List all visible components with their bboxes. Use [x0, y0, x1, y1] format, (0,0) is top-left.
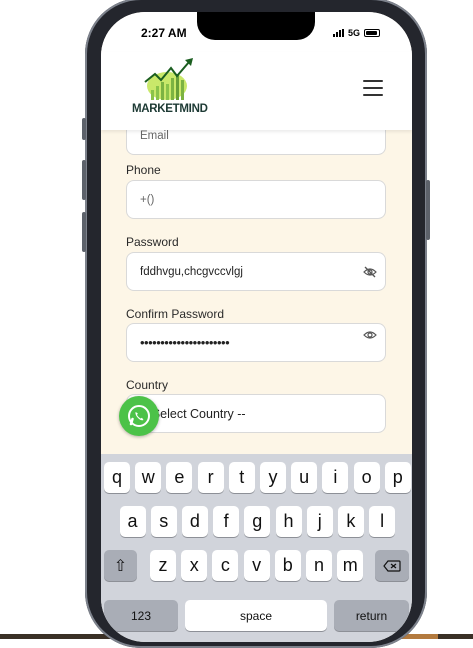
- eye-slash-icon[interactable]: [363, 266, 377, 278]
- whatsapp-button[interactable]: [119, 396, 159, 436]
- key-f[interactable]: f: [213, 506, 240, 537]
- phone-input[interactable]: +(): [126, 180, 386, 219]
- key-r[interactable]: r: [197, 462, 224, 493]
- key-l[interactable]: l: [369, 506, 396, 537]
- status-bar: 2:27 AM 5G: [101, 12, 412, 52]
- key-j[interactable]: j: [306, 506, 333, 537]
- country-label: Country: [126, 378, 169, 392]
- app-header: MARKETMIND: [101, 52, 412, 130]
- key-e[interactable]: e: [166, 462, 193, 493]
- phone-side-button: [426, 180, 430, 240]
- backspace-key[interactable]: [375, 550, 409, 581]
- status-icons: 5G: [333, 28, 381, 38]
- key-s[interactable]: s: [150, 506, 177, 537]
- key-z[interactable]: z: [150, 550, 176, 581]
- confirm-password-input[interactable]: ••••••••••••••••••••••: [126, 323, 386, 362]
- key-q[interactable]: q: [104, 462, 130, 493]
- on-screen-keyboard: qwertyuiop asdfghjkl zxcvbnm ⇧ 123 space…: [101, 454, 412, 642]
- key-m[interactable]: m: [337, 550, 364, 581]
- notch: [197, 12, 315, 40]
- hamburger-menu-icon[interactable]: [363, 80, 383, 96]
- key-w[interactable]: w: [135, 462, 162, 493]
- numbers-key[interactable]: 123: [104, 600, 178, 631]
- network-type: 5G: [348, 28, 361, 38]
- backspace-icon: [383, 559, 401, 572]
- password-value: fddhvgu,chcgvccvlgj: [140, 265, 243, 278]
- shift-key[interactable]: ⇧: [104, 550, 137, 581]
- eye-icon[interactable]: [363, 329, 377, 341]
- country-select[interactable]: -- Select Country --: [126, 394, 386, 433]
- key-y[interactable]: y: [260, 462, 286, 493]
- phone-side-button: [82, 160, 86, 200]
- key-x[interactable]: x: [181, 550, 208, 581]
- key-k[interactable]: k: [337, 506, 364, 537]
- key-b[interactable]: b: [274, 550, 301, 581]
- email-placeholder: Email: [140, 129, 169, 142]
- whatsapp-icon: [128, 405, 150, 427]
- key-n[interactable]: n: [306, 550, 332, 581]
- battery-icon: [364, 29, 381, 37]
- phone-screen: 2:27 AM 5G MARKETMIND Email Phone +() Pa…: [101, 12, 412, 642]
- phone-value: +(): [140, 193, 155, 206]
- key-p[interactable]: p: [384, 462, 411, 493]
- key-t[interactable]: t: [228, 462, 255, 493]
- logo-text: MARKETMIND: [132, 103, 208, 115]
- password-input[interactable]: fddhvgu,chcgvccvlgj: [126, 252, 386, 291]
- phone-label: Phone: [126, 163, 161, 177]
- space-key[interactable]: space: [185, 600, 327, 631]
- key-v[interactable]: v: [243, 550, 270, 581]
- return-key[interactable]: return: [334, 600, 409, 631]
- confirm-password-label: Confirm Password: [126, 307, 225, 321]
- key-c[interactable]: c: [212, 550, 239, 581]
- key-d[interactable]: d: [181, 506, 208, 537]
- key-o[interactable]: o: [353, 462, 380, 493]
- phone-side-button: [82, 212, 86, 252]
- key-g[interactable]: g: [244, 506, 271, 537]
- key-h[interactable]: h: [275, 506, 302, 537]
- password-label: Password: [126, 235, 179, 249]
- key-i[interactable]: i: [322, 462, 349, 493]
- phone-side-button: [82, 118, 86, 140]
- key-a[interactable]: a: [119, 506, 146, 537]
- confirm-password-value: ••••••••••••••••••••••: [140, 335, 230, 350]
- signal-icon: [333, 29, 344, 37]
- key-u[interactable]: u: [291, 462, 318, 493]
- status-time: 2:27 AM: [141, 26, 187, 40]
